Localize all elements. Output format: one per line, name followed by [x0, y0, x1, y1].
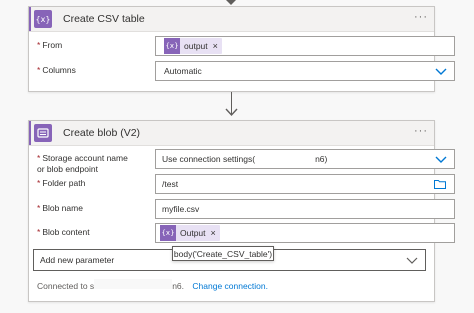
chevron-down-icon [435, 68, 447, 75]
columns-dropdown[interactable]: Automatic [155, 61, 455, 81]
create-blob-header[interactable]: Create blob (V2) ··· [29, 121, 434, 146]
card-title: Create CSV table [63, 13, 145, 25]
storage-account-dropdown[interactable]: Use connection settings( n6) [155, 149, 455, 169]
header-accent [29, 121, 31, 145]
token-tooltip: body('Create_CSV_table') [172, 246, 274, 261]
token-label: Output [180, 228, 206, 238]
variable-icon: {x} [34, 10, 52, 28]
top-arrow-icon [226, 0, 236, 5]
blob-storage-icon [34, 124, 52, 142]
columns-label: * Columns [37, 65, 76, 75]
folder-path-field[interactable]: /test [155, 174, 455, 194]
token-remove-icon[interactable]: × [211, 228, 216, 238]
chevron-down-icon [435, 156, 447, 163]
folder-path-value: /test [162, 179, 179, 189]
folder-path-label: * Folder path [37, 178, 86, 188]
blob-name-field[interactable]: myfile.csv [155, 199, 455, 219]
variable-icon: {x} [164, 38, 180, 54]
storage-account-label: * Storage account name or blob endpoint [37, 153, 128, 174]
columns-value: Automatic [164, 66, 202, 76]
create-csv-table-header[interactable]: {x} Create CSV table ··· [29, 7, 434, 32]
variable-icon: {x} [160, 225, 176, 241]
from-label: * From [37, 40, 63, 50]
create-csv-table-card: {x} Create CSV table ··· * From {x} outpu… [28, 6, 455, 92]
token-remove-icon[interactable]: × [213, 41, 218, 51]
more-options-icon[interactable]: ··· [414, 125, 428, 137]
arrow-down-icon [225, 108, 238, 117]
storage-value-prefix: Use connection settings( [162, 154, 256, 164]
token-label: output [184, 41, 208, 51]
add-param-label: Add new parameter [40, 255, 115, 265]
more-options-icon[interactable]: ··· [414, 11, 428, 23]
card-title: Create blob (V2) [63, 127, 141, 139]
blob-name-label: * Blob name [37, 203, 83, 213]
from-field[interactable]: {x} output × [155, 36, 455, 56]
output-token[interactable]: {x} output × [164, 38, 222, 54]
redacted-text [94, 279, 173, 289]
storage-value-suffix: n6) [315, 154, 328, 164]
output-token[interactable]: {x} Output × [160, 225, 220, 241]
folder-icon[interactable] [434, 179, 446, 189]
blob-content-field[interactable]: {x} Output × [155, 223, 455, 243]
connected-prefix: Connected to s [37, 281, 95, 291]
chevron-down-icon [406, 257, 418, 264]
change-connection-link[interactable]: Change connection. [192, 281, 268, 291]
header-accent [29, 7, 31, 31]
redacted-text [255, 154, 316, 164]
connected-suffix: n6. [172, 281, 185, 291]
connection-footer: Connected to s n6. Change connection. [37, 279, 268, 291]
blob-name-value: myfile.csv [162, 204, 200, 214]
create-blob-card: Create blob (V2) ··· * Storage account na… [28, 120, 455, 302]
blob-content-label: * Blob content [37, 227, 90, 237]
